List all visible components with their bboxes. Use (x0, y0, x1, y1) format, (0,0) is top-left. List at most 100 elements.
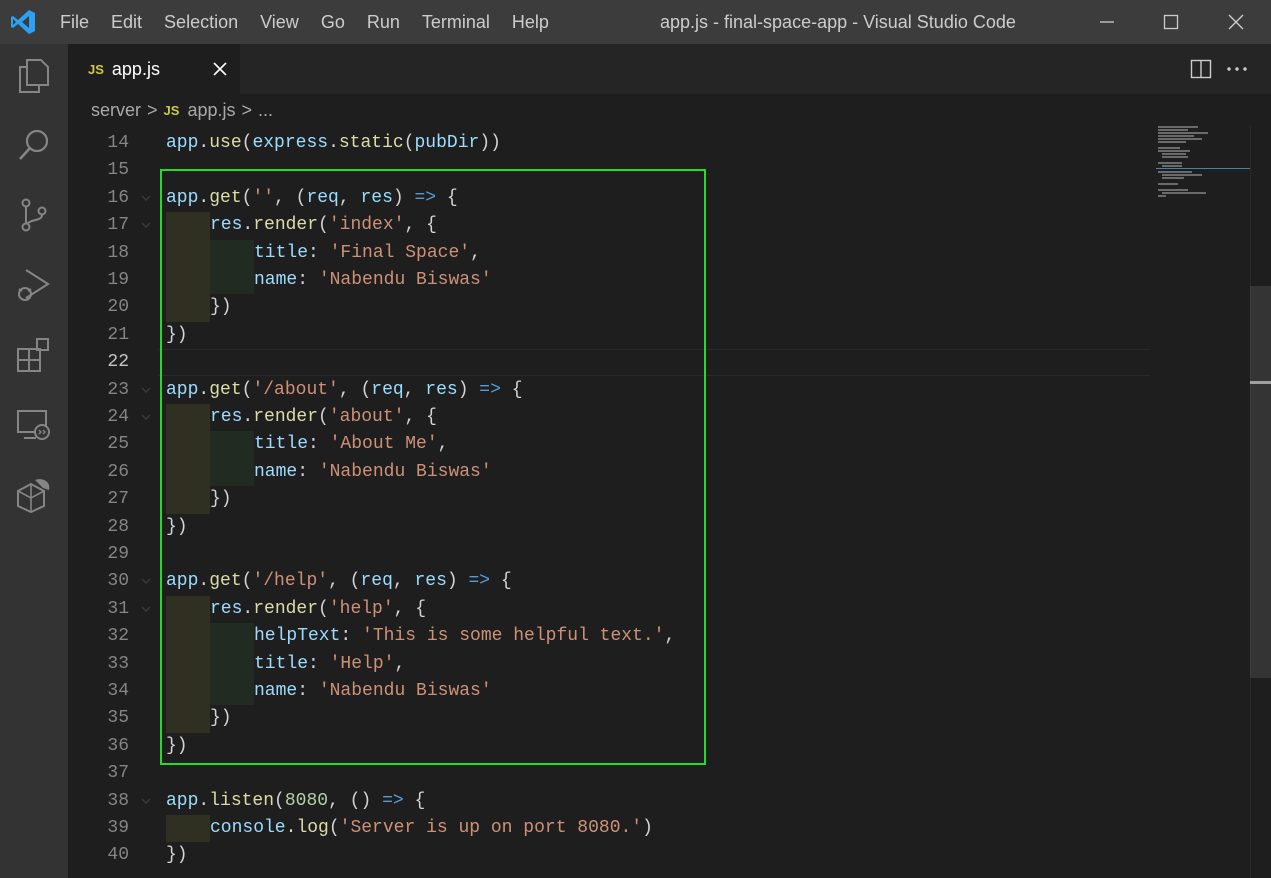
menu-terminal[interactable]: Terminal (411, 0, 501, 44)
code-token: res (210, 215, 243, 236)
maximize-icon[interactable] (1142, 0, 1200, 44)
code-line[interactable]: 38 app.listen(8080, () => { (68, 788, 1148, 815)
scrollbar-thumb[interactable] (1250, 286, 1271, 678)
menu-run[interactable]: Run (356, 0, 411, 44)
code-token: : (297, 270, 319, 290)
code-text: app.get('/help', (req, res) => { (166, 568, 512, 595)
code-line[interactable]: 32 helpText: 'This is some helpful text.'… (68, 623, 1148, 651)
code-token: , ( (274, 187, 307, 208)
code-token: . (242, 407, 254, 427)
code-line[interactable]: 39 console.log('Server is up on port 8080… (68, 815, 1148, 843)
code-line[interactable]: 33 title: 'Help', (68, 650, 1148, 678)
code-token: ) (392, 187, 415, 208)
code-token: log (296, 818, 329, 838)
breadcrumb-file[interactable]: app.js (187, 100, 235, 121)
code-token: . (198, 133, 210, 153)
code-token: ( (318, 215, 329, 236)
code-line[interactable]: 30 app.get('/help', (req, res) => { (68, 568, 1148, 595)
code-line[interactable]: 36}) (68, 733, 1148, 760)
code-line[interactable]: 16 app.get('', (req, res) => { (68, 185, 1148, 212)
code-token: )) (479, 133, 501, 153)
code-line[interactable]: 20}) (68, 294, 1148, 322)
more-actions-icon[interactable] (1224, 57, 1250, 81)
code-line[interactable]: 15 (68, 157, 1148, 184)
code-text: app.listen(8080, () => { (166, 788, 425, 815)
menu-edit[interactable]: Edit (100, 0, 153, 44)
code-line[interactable]: 21}) (68, 322, 1148, 349)
indent-guide (210, 458, 254, 487)
line-number: 25 (107, 434, 129, 455)
line-number: 18 (107, 242, 129, 263)
code-token: , ( (328, 571, 361, 592)
code-line[interactable]: 19 name: 'Nabendu Biswas' (68, 267, 1148, 295)
menu-help[interactable]: Help (501, 0, 560, 44)
tab-close-icon[interactable] (208, 57, 232, 81)
minimize-icon[interactable] (1078, 0, 1136, 44)
code-text: name: 'Nabendu Biswas' (254, 267, 492, 294)
code-token: helpText (254, 626, 341, 647)
line-number: 36 (107, 735, 129, 756)
menu-selection[interactable]: Selection (153, 0, 249, 44)
menu-view[interactable]: View (249, 0, 310, 44)
minimap[interactable] (1156, 126, 1250, 206)
code-token: , (437, 434, 449, 455)
code-token: listen (209, 790, 275, 811)
code-token: ( (241, 187, 253, 208)
current-line-highlight (158, 349, 1150, 377)
code-text: }) (166, 842, 188, 869)
run-debug-icon[interactable] (0, 255, 68, 315)
code-line[interactable]: 31 res.render('help', { (68, 595, 1148, 624)
breadcrumb-folder[interactable]: server (91, 100, 141, 121)
code-line[interactable]: 28}) (68, 514, 1148, 541)
code-token: title (254, 242, 309, 263)
split-editor-icon[interactable] (1188, 57, 1214, 81)
code-line[interactable]: 27}) (68, 486, 1148, 514)
code-editor[interactable]: 14 app.use(express.static(pubDir)) 15 16 app… (68, 126, 1271, 878)
code-line[interactable]: 37 (68, 760, 1148, 787)
code-token: req (306, 187, 339, 208)
code-line[interactable]: 34 name: 'Nabendu Biswas' (68, 678, 1148, 706)
code-token: ) (446, 571, 469, 592)
code-line[interactable]: 24 res.render('about', { (68, 404, 1148, 432)
code-line[interactable]: 23 app.get('/about', (req, res) => { (68, 377, 1148, 404)
code-token: '/help' (252, 571, 329, 592)
code-line[interactable]: 35}) (68, 705, 1148, 733)
chevron-right-icon: > (147, 99, 158, 120)
source-control-icon[interactable] (0, 185, 68, 245)
menu-file[interactable]: File (46, 0, 100, 44)
code-line[interactable]: 29 (68, 541, 1148, 568)
search-icon[interactable] (0, 115, 68, 175)
activity-bar (0, 44, 68, 878)
code-line[interactable]: 14 app.use(express.static(pubDir)) (68, 130, 1148, 157)
indent-guide (210, 431, 254, 459)
extensions-icon[interactable] (0, 325, 68, 385)
indent-guide (166, 239, 210, 267)
code-line[interactable]: 40}) (68, 842, 1148, 869)
line-number: 17 (107, 215, 129, 236)
breadcrumb-symbols[interactable]: ... (258, 100, 273, 121)
line-number: 39 (107, 818, 129, 838)
remote-explorer-icon[interactable] (0, 395, 68, 455)
code-token: express (252, 133, 329, 153)
indent-guide (166, 458, 210, 487)
close-icon[interactable] (1207, 0, 1265, 44)
docker-icon[interactable] (0, 465, 68, 525)
indent-guide (166, 431, 210, 459)
indent-guide (166, 815, 210, 843)
code-token: console (210, 818, 286, 838)
menu-go[interactable]: Go (310, 0, 356, 44)
explorer-icon[interactable] (0, 46, 68, 106)
code-token: : (297, 461, 319, 482)
line-number: 29 (107, 544, 129, 564)
tab-app-js[interactable]: JS app.js (68, 44, 240, 94)
code-token: req (371, 379, 404, 400)
code-token: get (209, 379, 242, 400)
code-line[interactable]: 18 title: 'Final Space', (68, 239, 1148, 267)
code-line[interactable]: 26 name: 'Nabendu Biswas' (68, 458, 1148, 487)
line-number: 21 (107, 324, 129, 345)
code-token: , (664, 626, 676, 647)
code-line[interactable]: 22 (68, 349, 1150, 377)
code-token: }) (166, 845, 188, 866)
code-line[interactable]: 25 title: 'About Me', (68, 431, 1148, 459)
code-line[interactable]: 17 res.render('index', { (68, 212, 1148, 240)
